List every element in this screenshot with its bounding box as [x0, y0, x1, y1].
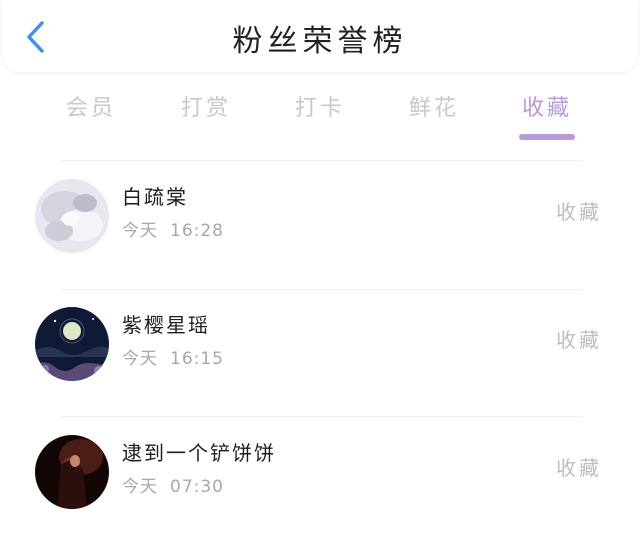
tab-flowers[interactable]: 鲜花	[394, 90, 474, 122]
list-item[interactable]: 紫樱星瑶 今天 16:15 收藏	[0, 294, 640, 394]
favorite-label: 收藏	[556, 200, 602, 224]
timestamp: 今天 16:28	[122, 221, 224, 241]
tab-tip[interactable]: 打赏	[166, 90, 246, 122]
timestamp: 今天 07:30	[122, 477, 224, 497]
avatar	[35, 179, 109, 253]
fan-name: 逮到一个铲饼饼	[122, 441, 276, 465]
active-tab-indicator	[519, 134, 575, 140]
list-item[interactable]: 白疏棠 今天 16:28 收藏	[0, 166, 640, 266]
list-item[interactable]: 逮到一个铲饼饼 今天 07:30 收藏	[0, 422, 640, 522]
favorite-label: 收藏	[556, 328, 602, 352]
tab-favorites[interactable]: 收藏	[507, 90, 587, 122]
avatar	[35, 307, 109, 381]
title-bar: 粉丝荣誉榜	[2, 0, 638, 72]
divider	[62, 289, 582, 290]
avatar	[35, 435, 109, 509]
tab-member[interactable]: 会员	[51, 90, 131, 122]
fan-name: 白疏棠	[122, 185, 188, 209]
favorite-label: 收藏	[556, 456, 602, 480]
tab-checkin[interactable]: 打卡	[280, 90, 360, 122]
timestamp: 今天 16:15	[122, 349, 224, 369]
page-title: 粉丝荣誉榜	[232, 24, 408, 59]
divider	[62, 160, 582, 161]
divider	[62, 416, 582, 417]
fan-name: 紫樱星瑶	[122, 313, 210, 337]
